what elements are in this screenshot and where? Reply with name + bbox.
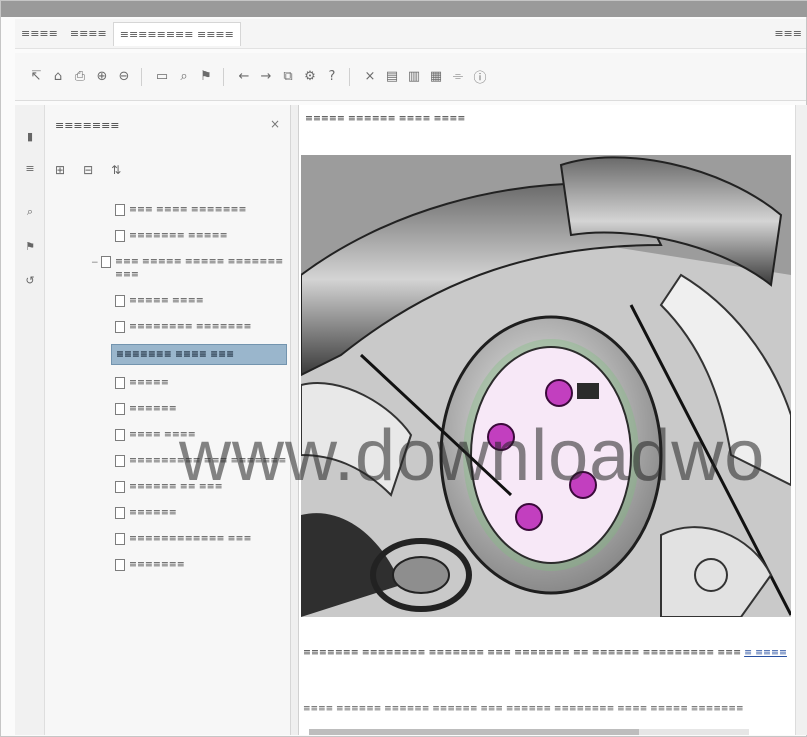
print-icon[interactable]: ⎙ (71, 67, 89, 87)
vertical-scrollbar[interactable] (795, 105, 807, 735)
page-icon[interactable]: ▭ (153, 67, 171, 87)
page-icon (115, 429, 125, 441)
menu-tab-1[interactable]: ≡≡≡≡ (15, 22, 64, 46)
sensor-block (577, 383, 599, 399)
back-icon[interactable]: ← (235, 67, 253, 87)
tree-item[interactable]: ≡≡≡≡≡≡≡ ≡≡≡≡≡ (115, 227, 287, 244)
sync-icon[interactable]: ⇅ (111, 163, 121, 177)
note-text: ≡≡≡≡ ≡≡≡≡≡≡ ≡≡≡≡≡≡ ≡≡≡≡≡≡ ≡≡≡ ≡≡≡≡≡≡ ≡≡≡… (303, 704, 744, 714)
page-icon (115, 455, 125, 467)
grid-icon[interactable]: ▦ (427, 67, 445, 87)
search-icon[interactable]: ⌕ (23, 205, 37, 219)
info-icon[interactable]: ⓘ (471, 67, 489, 87)
help-icon[interactable]: ? (323, 67, 341, 87)
bolt-marker (545, 379, 573, 407)
tree-item[interactable]: ≡≡≡≡≡≡≡≡≡≡≡≡ ≡≡≡ (115, 530, 287, 547)
forward-icon[interactable]: → (257, 67, 275, 87)
tree-item-label: ≡≡≡≡≡ (129, 377, 169, 388)
home-icon[interactable]: ⌂ (49, 67, 67, 87)
breadcrumb: ≡≡≡≡≡ ≡≡≡≡≡≡ ≡≡≡≡ ≡≡≡≡ (305, 113, 466, 124)
tree-item[interactable]: ≡≡≡≡≡≡≡ (115, 556, 287, 573)
horizontal-scrollbar[interactable] (309, 729, 749, 735)
hose-end (392, 556, 450, 594)
page-icon (115, 481, 125, 493)
contents-tree: ≡≡≡ ≡≡≡≡ ≡≡≡≡≡≡≡ ≡≡≡≡≡≡≡ ≡≡≡≡≡ − ≡≡≡ ≡≡≡… (81, 201, 287, 582)
tree-item-label: ≡≡≡≡≡ ≡≡≡≡ (129, 295, 204, 306)
index-icon[interactable]: ≡ (23, 161, 37, 175)
find-icon[interactable]: ⌕ (175, 67, 193, 87)
app-window: ≡≡≡≡ ≡≡≡≡ ≡≡≡≡≡≡≡≡ ≡≡≡≡ ≡≡≡ ↸ ⌂ ⎙ ⊕ ⊖ ▭ … (0, 0, 807, 737)
tree-item[interactable]: ≡≡≡≡≡ (115, 374, 287, 391)
expand-all-icon[interactable]: ⊞ (55, 163, 65, 177)
tree-item-label: ≡≡≡≡≡≡ (129, 507, 177, 518)
collapse-icon[interactable]: − (91, 257, 101, 270)
page-icon (115, 295, 125, 307)
toolbar-separator (223, 67, 231, 86)
scrollbar-thumb[interactable] (309, 729, 639, 735)
panel-close-button[interactable]: × (270, 117, 280, 131)
tree-item-label: ≡≡≡≡≡≡≡ (129, 559, 185, 570)
tree-item-label: ≡≡≡≡≡≡≡≡≡≡≡≡ ≡≡≡ (129, 533, 252, 544)
zoom-out-icon[interactable]: ⊖ (115, 67, 133, 87)
tree-item-label: ≡≡≡≡≡≡≡ ≡≡≡≡≡ (129, 230, 228, 241)
page-icon (115, 321, 125, 333)
tree-item[interactable]: ≡≡≡ ≡≡≡≡ ≡≡≡≡≡≡≡ (115, 201, 287, 218)
panel-title: ≡≡≡≡≡≡≡ (55, 119, 120, 132)
page-icon (115, 507, 125, 519)
page-icon (115, 559, 125, 571)
contents-icon[interactable]: ▮ (23, 129, 37, 143)
toolbar-separator (349, 67, 357, 86)
description-text: ≡≡≡≡≡≡≡ ≡≡≡≡≡≡≡≡ ≡≡≡≡≡≡≡ ≡≡≡ ≡≡≡≡≡≡≡ ≡≡ … (303, 645, 793, 660)
toolbar-separator (141, 67, 149, 86)
window-frame (1, 1, 807, 17)
collapse-all-icon[interactable]: ⊟ (83, 163, 93, 177)
side-rail: ▮ ≡ ⌕ ⚑ ↺ (15, 105, 45, 735)
toolbar: ↸ ⌂ ⎙ ⊕ ⊖ ▭ ⌕ ⚑ ← → ⧉ ⚙ ? × ▤ ▥ ▦ ⌯ ⓘ (15, 53, 806, 101)
tree-item[interactable]: ≡≡≡≡≡≡≡≡ ≡≡≡≡≡≡≡ (115, 318, 287, 335)
window-controls[interactable]: ≡≡≡ (770, 27, 806, 40)
engine-illustration (301, 155, 791, 617)
page-icon (115, 533, 125, 545)
close-icon[interactable]: × (361, 67, 379, 87)
tree-item-label: ≡≡≡≡≡≡ (129, 403, 177, 414)
tree-item[interactable]: ≡≡≡≡≡ ≡≡≡≡ (115, 292, 287, 309)
zoom-in-icon[interactable]: ⊕ (93, 67, 111, 87)
book-icon (101, 256, 111, 268)
figure-link[interactable]: ≡ ≡≡≡≡ (744, 647, 787, 658)
arrow-icon[interactable]: ↸ (27, 67, 45, 87)
menu-tab-2[interactable]: ≡≡≡≡ (64, 22, 113, 46)
tree-item-label: ≡≡≡≡≡≡≡ ≡≡≡≡ ≡≡≡ (116, 349, 235, 360)
tree-item[interactable]: ≡≡≡≡≡≡ (115, 504, 287, 521)
filter-icon[interactable]: ⌯ (449, 67, 467, 87)
bolt-marker (515, 503, 543, 531)
page-icon (115, 204, 125, 216)
panel-toolbar: ⊞ ⊟ ⇅ (55, 163, 121, 177)
panel-icon[interactable]: ▤ (383, 67, 401, 87)
tree-item-selected[interactable]: ≡≡≡≡≡≡≡ ≡≡≡≡ ≡≡≡ (111, 344, 287, 365)
settings-icon[interactable]: ⚙ (301, 67, 319, 87)
bookmarks-icon[interactable]: ⚑ (23, 239, 37, 253)
history-icon[interactable]: ↺ (23, 273, 37, 287)
description-body: ≡≡≡≡≡≡≡ ≡≡≡≡≡≡≡≡ ≡≡≡≡≡≡≡ ≡≡≡ ≡≡≡≡≡≡≡ ≡≡ … (303, 647, 742, 658)
tree-item-label: ≡≡≡ ≡≡≡≡ ≡≡≡≡≡≡≡ (129, 204, 247, 215)
layout-icon[interactable]: ▥ (405, 67, 423, 87)
page-icon (115, 403, 125, 415)
tree-item-label: ≡≡≡ ≡≡≡≡≡ ≡≡≡≡≡ ≡≡≡≡≡≡≡ ≡≡≡ (115, 256, 284, 280)
page-icon (115, 230, 125, 242)
watermark-text: www.downloadwo (179, 416, 766, 496)
tab-bar: ≡≡≡≡ ≡≡≡≡ ≡≡≡≡≡≡≡≡ ≡≡≡≡ ≡≡≡ (15, 19, 806, 49)
bookmark-icon[interactable]: ⚑ (197, 67, 215, 87)
copy-icon[interactable]: ⧉ (279, 67, 297, 87)
tree-item-label: ≡≡≡≡≡≡≡≡ ≡≡≡≡≡≡≡ (129, 321, 252, 332)
page-icon (115, 377, 125, 389)
engine-drawing (301, 155, 791, 617)
tree-item[interactable]: − ≡≡≡ ≡≡≡≡≡ ≡≡≡≡≡ ≡≡≡≡≡≡≡ ≡≡≡ (91, 253, 287, 283)
document-tab[interactable]: ≡≡≡≡≡≡≡≡ ≡≡≡≡ (112, 21, 241, 46)
